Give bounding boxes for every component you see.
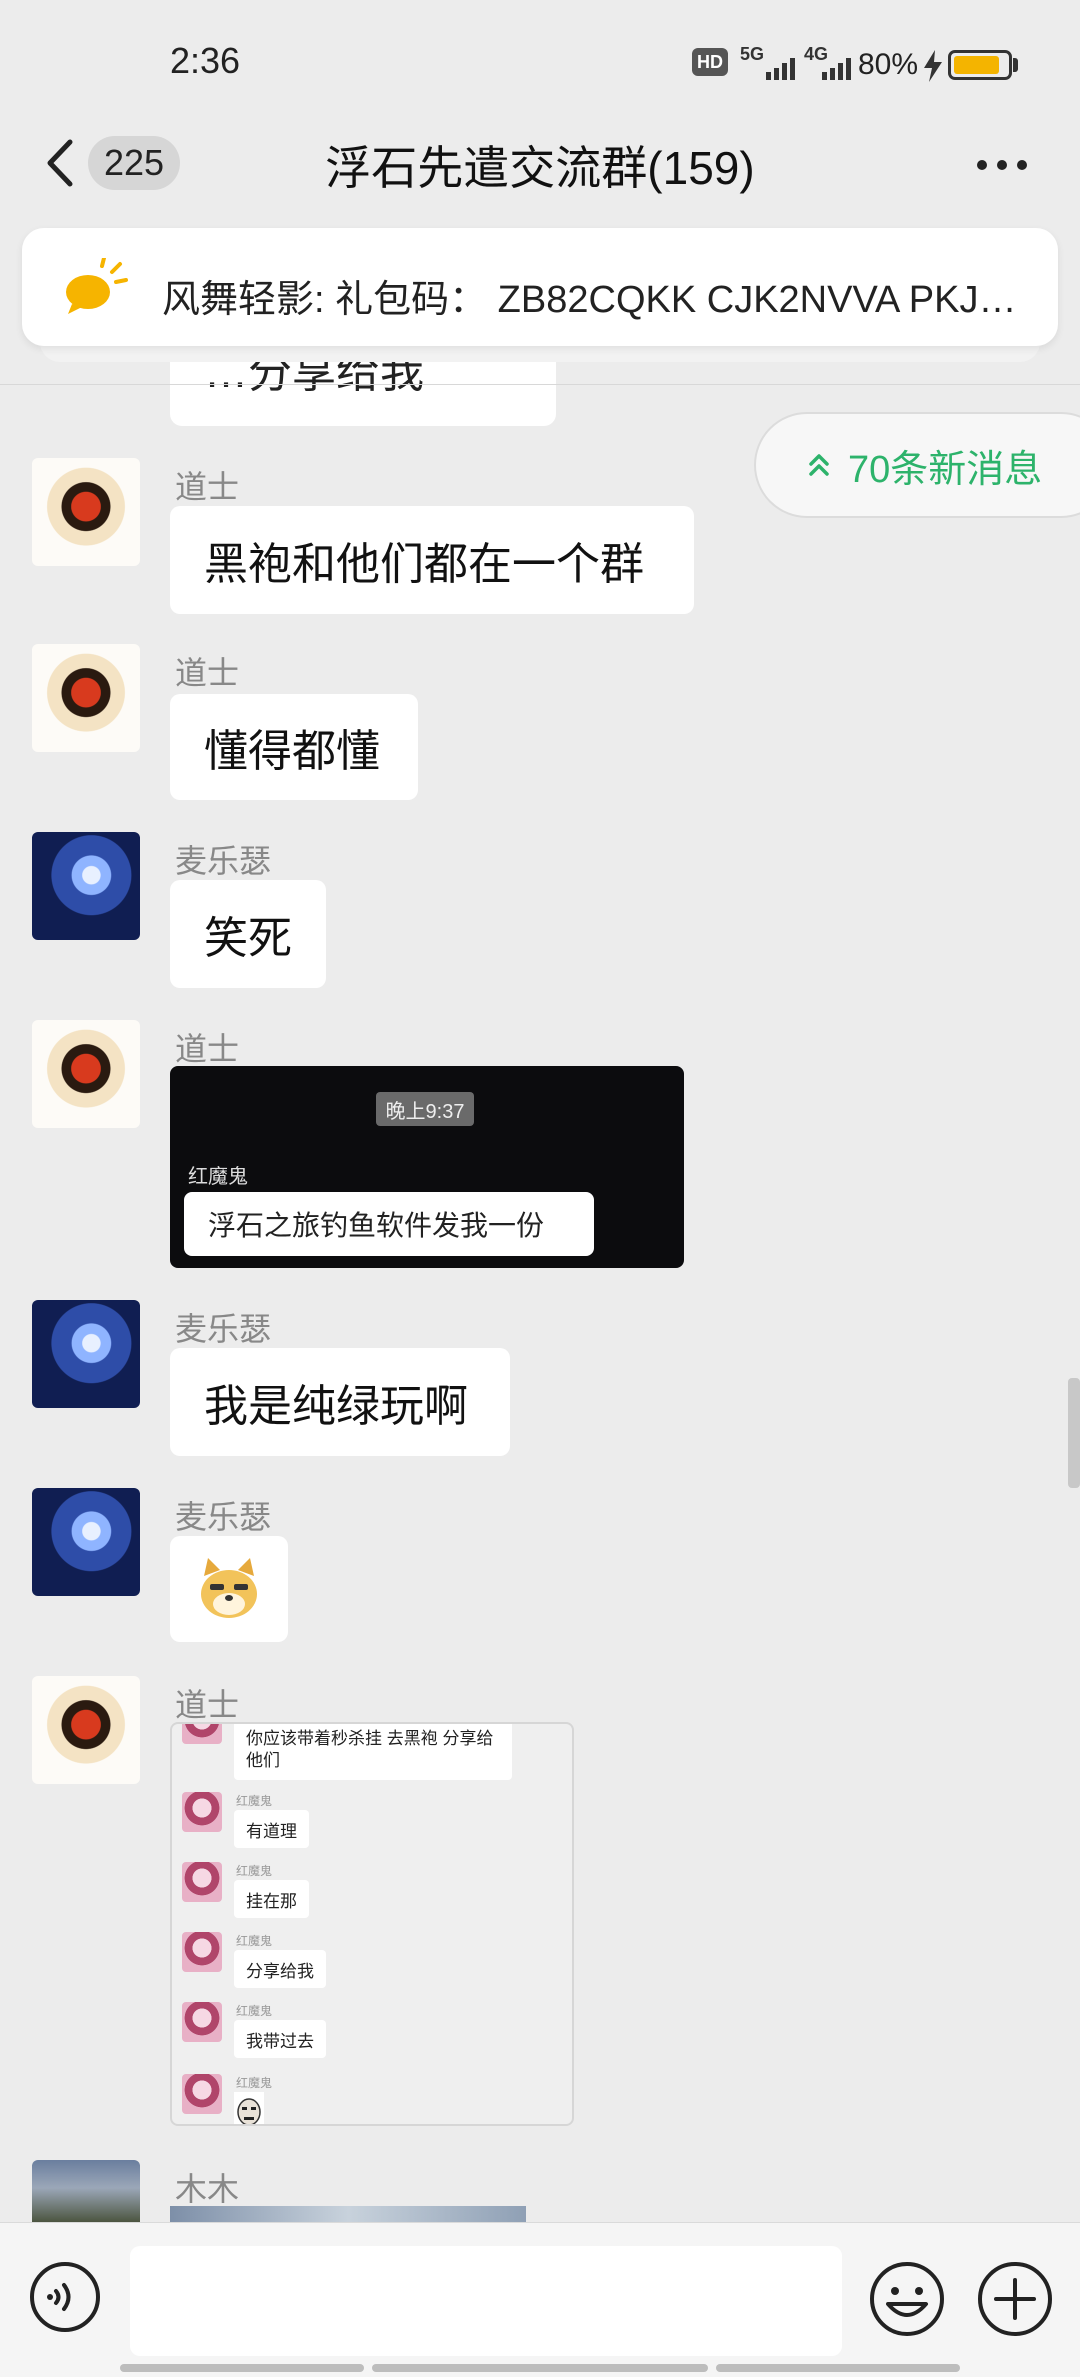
image-inner-bubble: 浮石之旅钓鱼软件发我一份 [184, 1192, 594, 1256]
emoji-message[interactable] [170, 1536, 288, 1642]
more-actions-plus-icon[interactable] [976, 2260, 1054, 2338]
record-message-bubble: 分享给我 [234, 1950, 326, 1988]
announcement-bulb-icon [66, 258, 128, 314]
record-avatar [182, 1932, 222, 1972]
record-message-bubble: 你应该带着秒杀挂 去黑袍 分享给他们 [234, 1724, 512, 1780]
sender-name: 麦乐瑟 [175, 843, 272, 879]
emoji-picker-icon[interactable] [868, 2260, 946, 2338]
more-options-icon[interactable] [972, 145, 1032, 185]
record-avatar [182, 2074, 222, 2114]
avatar-daoshi[interactable] [32, 1020, 140, 1128]
unread-count-badge[interactable]: 225 [88, 136, 180, 190]
sender-name: 麦乐瑟 [175, 1499, 272, 1535]
partial-message-text: …分享给我 [204, 360, 424, 397]
record-message-bubble: 挂在那 [234, 1880, 309, 1918]
partial-message-bubble[interactable]: …分享给我 [170, 360, 556, 426]
record-sender-name: 红魔鬼 [236, 2076, 273, 2090]
message-bubble[interactable]: 我是纯绿玩啊 [170, 1348, 510, 1456]
message-bubble[interactable]: 黑袍和他们都在一个群 [170, 506, 694, 614]
message-bubble[interactable]: 懂得都懂 [170, 694, 418, 800]
record-sender-name: 红魔鬼 [236, 2004, 273, 2018]
back-icon[interactable] [40, 138, 80, 188]
record-avatar [182, 2002, 222, 2042]
record-sender-name: 红魔鬼 [236, 1794, 273, 1808]
scrollbar-thumb[interactable] [1068, 1378, 1080, 1488]
chat-title: 浮石先遣交流群(159) [325, 142, 755, 194]
record-message-bubble: 我带过去 [234, 2020, 326, 2058]
record-avatar [182, 1792, 222, 1832]
record-avatar [182, 1724, 222, 1744]
record-avatar [182, 1862, 222, 1902]
signal-5g-icon [766, 56, 795, 80]
avatar-mailese[interactable] [32, 1488, 140, 1596]
avatar-mailese[interactable] [32, 832, 140, 940]
header-divider [0, 384, 1080, 385]
image-message[interactable]: 晚上9:37 红魔鬼 浮石之旅钓鱼软件发我一份 [170, 1066, 684, 1268]
record-sender-name: 红魔鬼 [236, 1864, 273, 1878]
voice-input-icon[interactable] [28, 2260, 102, 2334]
sender-name: 木木 [175, 2171, 240, 2207]
status-time: 2:36 [170, 40, 241, 81]
battery-percent: 80% [858, 48, 919, 81]
message-bubble[interactable]: 笑死 [170, 880, 326, 988]
forwarded-chat-record[interactable]: 你应该带着秒杀挂 去黑袍 分享给他们 红魔鬼 有道理 红魔鬼 挂在那 红魔鬼 分… [170, 1722, 574, 2126]
announcement-text: 风舞轻影: 礼包码： ZB82CQKK CJK2NVVA PKJC... [162, 279, 1022, 321]
record-message-bubble: 有道理 [234, 1810, 309, 1848]
avatar-daoshi[interactable] [32, 458, 140, 566]
hd-icon: HD [692, 48, 728, 76]
record-sender-name: 红魔鬼 [236, 1934, 273, 1948]
signal-4g-icon [822, 56, 851, 80]
nav-gesture-bar [716, 2364, 960, 2372]
battery-icon [948, 50, 1012, 80]
image-timestamp: 晚上9:37 [376, 1092, 474, 1126]
record-sticker [234, 2092, 264, 2124]
charging-icon [924, 50, 942, 82]
new-messages-label: 70条新消息 [848, 448, 1043, 491]
meme-face-icon [237, 2098, 261, 2124]
battery-tip [1013, 58, 1018, 72]
network-5g-label: 5G [740, 44, 765, 64]
sender-name: 道士 [175, 655, 240, 691]
sender-name: 道士 [175, 1031, 240, 1067]
avatar-daoshi[interactable] [32, 644, 140, 752]
nav-gesture-bar [120, 2364, 364, 2372]
double-chevron-up-icon [809, 454, 829, 476]
avatar-mailese[interactable] [32, 1300, 140, 1408]
sender-name: 道士 [175, 1687, 240, 1723]
sender-name: 麦乐瑟 [175, 1311, 272, 1347]
new-messages-button[interactable]: 70条新消息 [754, 412, 1080, 518]
doge-emoji-icon [201, 1558, 257, 1618]
message-input[interactable] [130, 2246, 842, 2356]
sender-name: 道士 [175, 469, 240, 505]
avatar-mumu[interactable] [32, 2160, 140, 2222]
nav-gesture-bar [372, 2364, 708, 2372]
avatar-daoshi[interactable] [32, 1676, 140, 1784]
network-5g-indicator: 5G [740, 44, 764, 65]
image-inner-sender: 红魔鬼 [188, 1166, 248, 1188]
